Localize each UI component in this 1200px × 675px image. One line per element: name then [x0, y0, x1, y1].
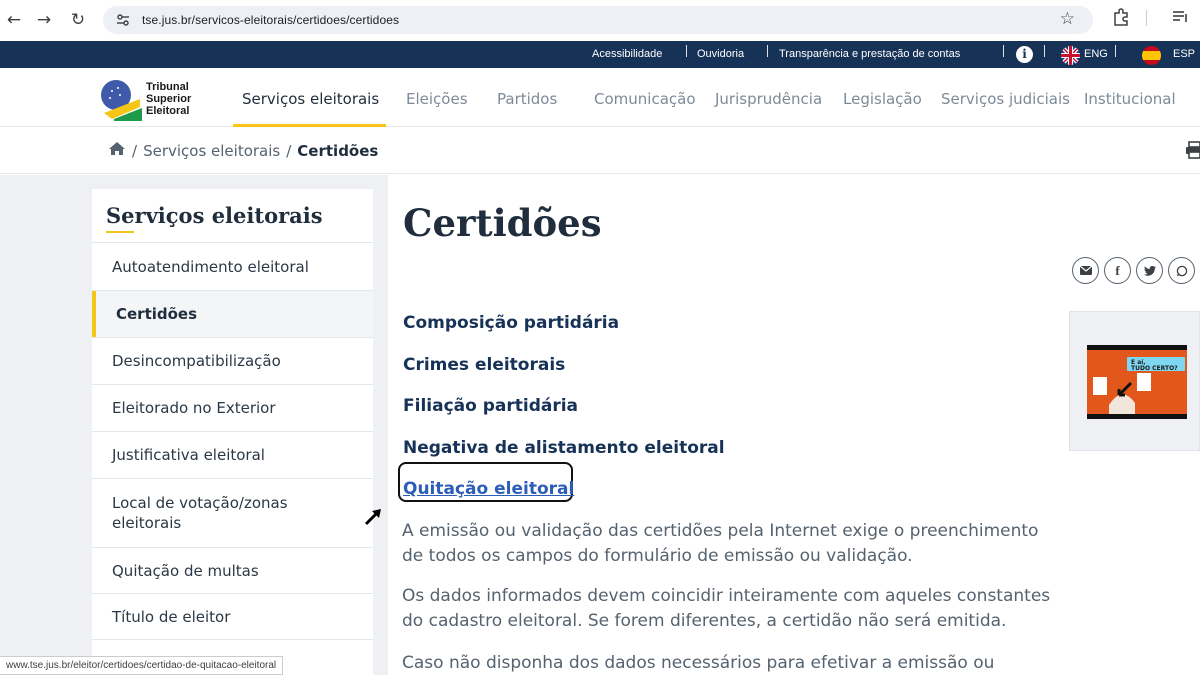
extensions-icon[interactable]: [1112, 8, 1130, 30]
link-negativa-alistamento[interactable]: Negativa de alistamento eleitoral: [403, 438, 725, 458]
sidebar-nav: Serviços eleitorais Autoatendimento elei…: [92, 189, 373, 675]
paragraph-3: Caso não disponha dos dados necessários …: [402, 653, 995, 673]
sidebar-item-quitacao-multas[interactable]: Quitação de multas: [92, 547, 373, 593]
sidebar-item-local-votacao[interactable]: Local de votação/zonas eleitorais: [92, 478, 373, 547]
util-separator: [686, 45, 687, 57]
breadcrumb-current: Certidões: [297, 141, 379, 160]
reading-list-icon[interactable]: [1172, 8, 1188, 28]
menu-item-legislacao[interactable]: Legislação: [843, 90, 922, 108]
sidebar-item-titulo-eleitor[interactable]: Título de eleitor: [92, 593, 373, 640]
menu-item-servicos-judiciais[interactable]: Serviços judiciais: [941, 90, 1070, 108]
link-quitacao-eleitoral[interactable]: Quitação eleitoral: [403, 479, 574, 499]
video-caption-2: TUDO CERTO?: [1131, 365, 1178, 372]
uk-flag-icon[interactable]: [1061, 46, 1080, 65]
accessibility-link[interactable]: Acessibilidade: [592, 48, 662, 60]
link-crimes-eleitorais[interactable]: Crimes eleitorais: [403, 355, 565, 375]
browser-status-bar: www.tse.jus.br/eleitor/certidoes/certida…: [0, 656, 284, 675]
page-title: Certidões: [403, 201, 602, 245]
info-icon[interactable]: i: [1016, 46, 1033, 63]
breadcrumb-separator: /: [132, 141, 138, 160]
toolbar-divider: [1146, 10, 1147, 26]
breadcrumb-bar: / Serviços eleitorais / Certidões: [0, 127, 1200, 174]
util-separator: [1044, 45, 1045, 57]
ombudsman-link[interactable]: Ouvidoria: [697, 48, 744, 60]
menu-item-partidos[interactable]: Partidos: [497, 90, 557, 108]
twitter-share-icon[interactable]: [1136, 257, 1163, 284]
site-info-icon[interactable]: [112, 10, 134, 30]
address-bar[interactable]: tse.jus.br/servicos-eleitorais/certidoes…: [103, 6, 1093, 34]
video-card[interactable]: E aí, TUDO CERTO?: [1069, 311, 1200, 451]
reload-icon[interactable]: ↻: [66, 8, 90, 32]
bookmark-star-icon[interactable]: ☆: [1060, 9, 1075, 29]
video-thumbnail[interactable]: E aí, TUDO CERTO?: [1087, 345, 1187, 419]
menu-item-institucional[interactable]: Institucional: [1084, 90, 1176, 108]
logo-text: Tribunal Superior Eleitoral: [146, 81, 191, 117]
menu-item-comunicacao[interactable]: Comunicação: [594, 90, 696, 108]
util-separator: [1115, 45, 1116, 57]
breadcrumb-parent[interactable]: Serviços eleitorais: [143, 142, 280, 160]
site-header: Tribunal Superior Eleitoral Serviços ele…: [0, 68, 1200, 127]
sidebar-title: Serviços eleitorais: [106, 203, 323, 228]
url-text: tse.jus.br/servicos-eleitorais/certidoes…: [142, 13, 400, 27]
esp-link[interactable]: ESP: [1173, 48, 1195, 60]
menu-item-servicos-eleitorais[interactable]: Serviços eleitorais: [242, 90, 379, 108]
menu-item-jurisprudencia[interactable]: Jurisprudência: [715, 90, 822, 108]
pointer-arrow-icon: [364, 507, 384, 531]
facebook-share-icon[interactable]: f: [1104, 257, 1131, 284]
home-icon[interactable]: [108, 141, 126, 160]
link-composicao-partidaria[interactable]: Composição partidária: [403, 313, 619, 333]
sidebar-item-certidoes[interactable]: Certidões: [92, 290, 373, 337]
print-icon[interactable]: [1186, 141, 1200, 164]
main-content: Certidões f Composição partidária Crimes…: [388, 175, 1200, 675]
sidebar-title-accent: [106, 231, 134, 233]
sidebar-item-justificativa[interactable]: Justificativa eleitoral: [92, 431, 373, 478]
sidebar-item-autoatendimento[interactable]: Autoatendimento eleitoral: [92, 242, 373, 290]
sidebar-item-desincompatibilizacao[interactable]: Desincompatibilização: [92, 337, 373, 384]
link-filiacao-partidaria[interactable]: Filiação partidária: [403, 396, 578, 416]
forward-icon[interactable]: →: [32, 8, 56, 32]
email-share-icon[interactable]: [1072, 257, 1099, 284]
back-icon[interactable]: ←: [2, 8, 26, 32]
utility-bar: Acessibilidade Ouvidoria Transparência e…: [0, 41, 1200, 68]
paragraph-1: A emissão ou validação das certidões pel…: [402, 521, 1039, 566]
sidebar-item-eleitorado-exterior[interactable]: Eleitorado no Exterior: [92, 384, 373, 431]
spain-flag-icon[interactable]: [1142, 46, 1161, 65]
breadcrumb: / Serviços eleitorais / Certidões: [108, 141, 378, 160]
transparency-link[interactable]: Transparência e prestação de contas: [779, 48, 960, 60]
logo-line-3: Eleitoral: [146, 105, 190, 117]
util-separator: [767, 45, 768, 57]
browser-toolbar: ← → ↻ tse.jus.br/servicos-eleitorais/cer…: [0, 0, 1200, 41]
paragraph-2: Os dados informados devem coincidir inte…: [402, 586, 1051, 631]
eng-link[interactable]: ENG: [1084, 48, 1108, 60]
util-separator: [1003, 45, 1004, 57]
menu-item-eleicoes[interactable]: Eleições: [406, 90, 468, 108]
logo-line-1: Tribunal: [146, 81, 189, 93]
breadcrumb-separator: /: [286, 141, 292, 160]
whatsapp-share-icon[interactable]: [1168, 257, 1195, 284]
logo-line-2: Superior: [146, 93, 192, 105]
